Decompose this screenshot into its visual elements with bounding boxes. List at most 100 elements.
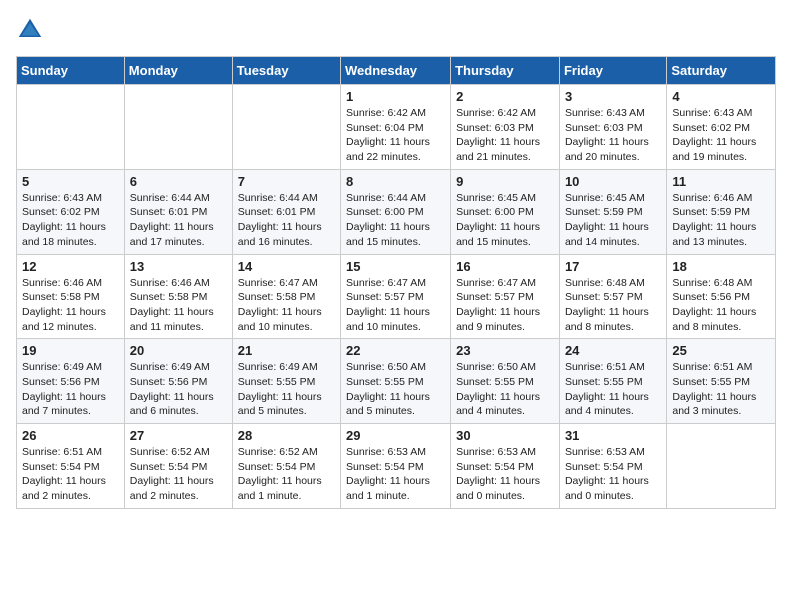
calendar-header-row: SundayMondayTuesdayWednesdayThursdayFrid… xyxy=(17,57,776,85)
day-number: 24 xyxy=(565,343,661,358)
day-of-week-header: Saturday xyxy=(667,57,776,85)
calendar-cell: 24 Sunrise: 6:51 AMSunset: 5:55 PMDayligh… xyxy=(559,339,666,424)
day-number: 26 xyxy=(22,428,119,443)
calendar-cell: 27 Sunrise: 6:52 AMSunset: 5:54 PMDayligh… xyxy=(124,424,232,509)
cell-content: Sunrise: 6:49 AMSunset: 5:56 PMDaylight:… xyxy=(130,360,227,419)
calendar-cell: 29 Sunrise: 6:53 AMSunset: 5:54 PMDayligh… xyxy=(341,424,451,509)
calendar-week-row: 5 Sunrise: 6:43 AMSunset: 6:02 PMDaylight… xyxy=(17,169,776,254)
cell-content: Sunrise: 6:44 AMSunset: 6:00 PMDaylight:… xyxy=(346,191,445,250)
calendar-cell: 9 Sunrise: 6:45 AMSunset: 6:00 PMDaylight… xyxy=(451,169,560,254)
calendar-table: SundayMondayTuesdayWednesdayThursdayFrid… xyxy=(16,56,776,509)
calendar-cell xyxy=(232,85,340,170)
calendar-cell: 4 Sunrise: 6:43 AMSunset: 6:02 PMDaylight… xyxy=(667,85,776,170)
day-number: 23 xyxy=(456,343,554,358)
day-number: 5 xyxy=(22,174,119,189)
cell-content: Sunrise: 6:47 AMSunset: 5:57 PMDaylight:… xyxy=(346,276,445,335)
day-number: 17 xyxy=(565,259,661,274)
calendar-cell: 23Sunrise: 6:50 AMSunset: 5:55 PMDayligh… xyxy=(451,339,560,424)
cell-content: Sunrise: 6:51 AMSunset: 5:54 PMDaylight:… xyxy=(22,445,119,504)
calendar-cell: 11Sunrise: 6:46 AMSunset: 5:59 PMDayligh… xyxy=(667,169,776,254)
calendar-cell: 10 Sunrise: 6:45 AMSunset: 5:59 PMDayligh… xyxy=(559,169,666,254)
calendar-cell: 30Sunrise: 6:53 AMSunset: 5:54 PMDayligh… xyxy=(451,424,560,509)
calendar-cell: 13 Sunrise: 6:46 AMSunset: 5:58 PMDayligh… xyxy=(124,254,232,339)
day-number: 14 xyxy=(238,259,335,274)
cell-content: Sunrise: 6:44 AMSunset: 6:01 PMDaylight:… xyxy=(130,191,227,250)
cell-content: Sunrise: 6:44 AMSunset: 6:01 PMDaylight:… xyxy=(238,191,335,250)
calendar-week-row: 12 Sunrise: 6:46 AMSunset: 5:58 PMDayligh… xyxy=(17,254,776,339)
day-number: 19 xyxy=(22,343,119,358)
cell-content: Sunrise: 6:45 AMSunset: 5:59 PMDaylight:… xyxy=(565,191,661,250)
day-of-week-header: Monday xyxy=(124,57,232,85)
cell-content: Sunrise: 6:42 AMSunset: 6:03 PMDaylight:… xyxy=(456,106,554,165)
day-of-week-header: Friday xyxy=(559,57,666,85)
cell-content: Sunrise: 6:46 AMSunset: 5:58 PMDaylight:… xyxy=(130,276,227,335)
day-of-week-header: Wednesday xyxy=(341,57,451,85)
calendar-cell: 12 Sunrise: 6:46 AMSunset: 5:58 PMDayligh… xyxy=(17,254,125,339)
calendar-cell: 22Sunrise: 6:50 AMSunset: 5:55 PMDayligh… xyxy=(341,339,451,424)
day-of-week-header: Tuesday xyxy=(232,57,340,85)
logo xyxy=(16,16,46,44)
day-number: 31 xyxy=(565,428,661,443)
cell-content: Sunrise: 6:46 AMSunset: 5:58 PMDaylight:… xyxy=(22,276,119,335)
day-number: 8 xyxy=(346,174,445,189)
cell-content: Sunrise: 6:43 AMSunset: 6:03 PMDaylight:… xyxy=(565,106,661,165)
calendar-cell: 28Sunrise: 6:52 AMSunset: 5:54 PMDayligh… xyxy=(232,424,340,509)
day-number: 3 xyxy=(565,89,661,104)
day-number: 18 xyxy=(672,259,770,274)
day-number: 9 xyxy=(456,174,554,189)
day-of-week-header: Thursday xyxy=(451,57,560,85)
cell-content: Sunrise: 6:51 AMSunset: 5:55 PMDaylight:… xyxy=(565,360,661,419)
day-of-week-header: Sunday xyxy=(17,57,125,85)
day-number: 16 xyxy=(456,259,554,274)
logo-icon xyxy=(16,16,44,44)
calendar-cell: 6 Sunrise: 6:44 AMSunset: 6:01 PMDaylight… xyxy=(124,169,232,254)
calendar-cell xyxy=(17,85,125,170)
day-number: 25 xyxy=(672,343,770,358)
calendar-cell: 19 Sunrise: 6:49 AMSunset: 5:56 PMDayligh… xyxy=(17,339,125,424)
day-number: 1 xyxy=(346,89,445,104)
cell-content: Sunrise: 6:52 AMSunset: 5:54 PMDaylight:… xyxy=(130,445,227,504)
calendar-week-row: 19 Sunrise: 6:49 AMSunset: 5:56 PMDayligh… xyxy=(17,339,776,424)
calendar-cell: 3 Sunrise: 6:43 AMSunset: 6:03 PMDaylight… xyxy=(559,85,666,170)
cell-content: Sunrise: 6:49 AMSunset: 5:56 PMDaylight:… xyxy=(22,360,119,419)
day-number: 4 xyxy=(672,89,770,104)
day-number: 2 xyxy=(456,89,554,104)
cell-content: Sunrise: 6:53 AMSunset: 5:54 PMDaylight:… xyxy=(346,445,445,504)
cell-content: Sunrise: 6:42 AMSunset: 6:04 PMDaylight:… xyxy=(346,106,445,165)
calendar-cell: 2 Sunrise: 6:42 AMSunset: 6:03 PMDaylight… xyxy=(451,85,560,170)
day-number: 29 xyxy=(346,428,445,443)
calendar-cell: 15 Sunrise: 6:47 AMSunset: 5:57 PMDayligh… xyxy=(341,254,451,339)
cell-content: Sunrise: 6:49 AMSunset: 5:55 PMDaylight:… xyxy=(238,360,335,419)
calendar-cell: 26 Sunrise: 6:51 AMSunset: 5:54 PMDayligh… xyxy=(17,424,125,509)
calendar-cell xyxy=(667,424,776,509)
cell-content: Sunrise: 6:50 AMSunset: 5:55 PMDaylight:… xyxy=(346,360,445,419)
day-number: 7 xyxy=(238,174,335,189)
day-number: 10 xyxy=(565,174,661,189)
calendar-week-row: 1 Sunrise: 6:42 AMSunset: 6:04 PMDaylight… xyxy=(17,85,776,170)
cell-content: Sunrise: 6:43 AMSunset: 6:02 PMDaylight:… xyxy=(22,191,119,250)
cell-content: Sunrise: 6:51 AMSunset: 5:55 PMDaylight:… xyxy=(672,360,770,419)
day-number: 6 xyxy=(130,174,227,189)
day-number: 12 xyxy=(22,259,119,274)
day-number: 20 xyxy=(130,343,227,358)
day-number: 27 xyxy=(130,428,227,443)
day-number: 11 xyxy=(672,174,770,189)
cell-content: Sunrise: 6:47 AMSunset: 5:57 PMDaylight:… xyxy=(456,276,554,335)
cell-content: Sunrise: 6:53 AMSunset: 5:54 PMDaylight:… xyxy=(456,445,554,504)
calendar-cell xyxy=(124,85,232,170)
calendar-cell: 16 Sunrise: 6:47 AMSunset: 5:57 PMDayligh… xyxy=(451,254,560,339)
cell-content: Sunrise: 6:43 AMSunset: 6:02 PMDaylight:… xyxy=(672,106,770,165)
cell-content: Sunrise: 6:52 AMSunset: 5:54 PMDaylight:… xyxy=(238,445,335,504)
cell-content: Sunrise: 6:53 AMSunset: 5:54 PMDaylight:… xyxy=(565,445,661,504)
calendar-cell: 5 Sunrise: 6:43 AMSunset: 6:02 PMDaylight… xyxy=(17,169,125,254)
cell-content: Sunrise: 6:48 AMSunset: 5:56 PMDaylight:… xyxy=(672,276,770,335)
calendar-cell: 1 Sunrise: 6:42 AMSunset: 6:04 PMDaylight… xyxy=(341,85,451,170)
calendar-cell: 17Sunrise: 6:48 AMSunset: 5:57 PMDayligh… xyxy=(559,254,666,339)
calendar-cell: 18 Sunrise: 6:48 AMSunset: 5:56 PMDayligh… xyxy=(667,254,776,339)
day-number: 21 xyxy=(238,343,335,358)
day-number: 13 xyxy=(130,259,227,274)
calendar-cell: 31 Sunrise: 6:53 AMSunset: 5:54 PMDayligh… xyxy=(559,424,666,509)
cell-content: Sunrise: 6:45 AMSunset: 6:00 PMDaylight:… xyxy=(456,191,554,250)
day-number: 15 xyxy=(346,259,445,274)
calendar-cell: 20 Sunrise: 6:49 AMSunset: 5:56 PMDayligh… xyxy=(124,339,232,424)
